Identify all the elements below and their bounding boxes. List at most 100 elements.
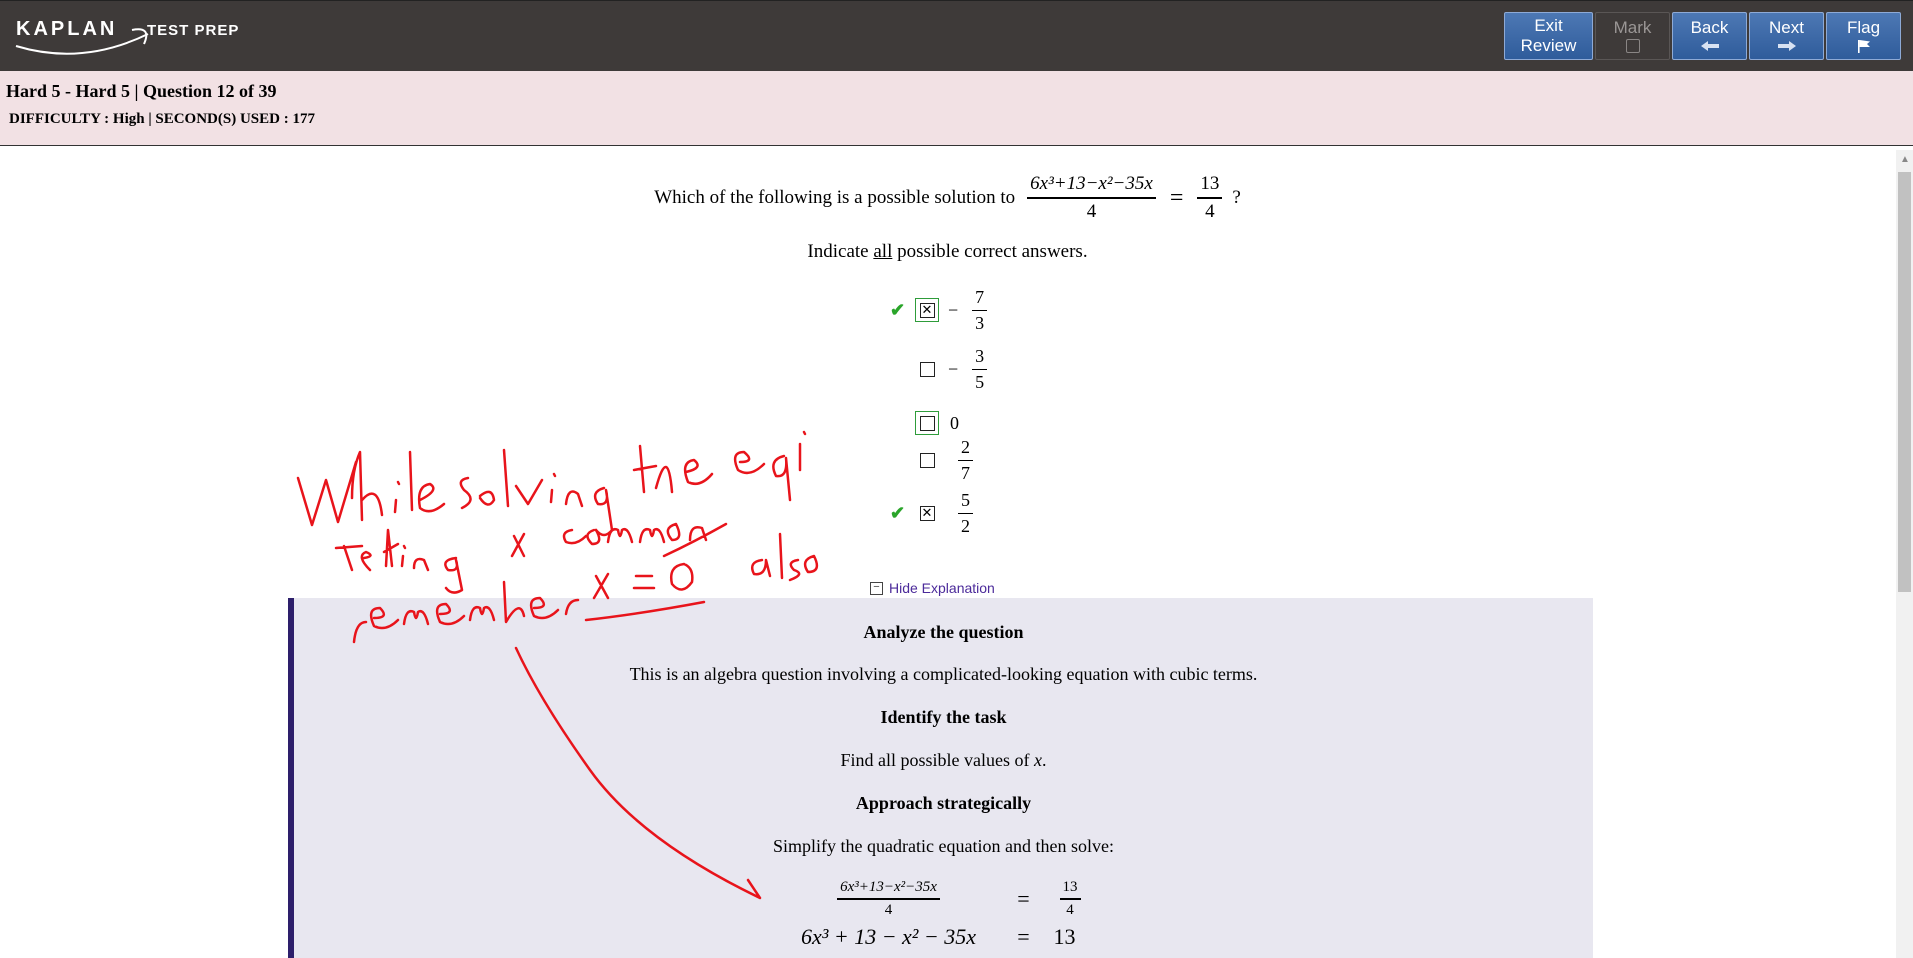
question-info-bar: Hard 5 - Hard 5 | Question 12 of 39 DIFF… bbox=[0, 71, 1913, 146]
eq1-rhs: 13 4 bbox=[1054, 879, 1104, 919]
stem-prefix: Which of the following is a possible sol… bbox=[654, 187, 1016, 208]
choice-fraction: 7 3 bbox=[972, 287, 988, 334]
collapse-icon: − bbox=[870, 581, 883, 595]
question-instruction: Indicate all possible correct answers. bbox=[0, 241, 1895, 263]
stem-lhs-fraction: 6x³+13−x²−35x 4 bbox=[1027, 173, 1156, 223]
question-title: Hard 5 - Hard 5 | Question 12 of 39 bbox=[6, 81, 277, 101]
eq1-lhs: 6x³+13−x²−35x 4 bbox=[784, 879, 994, 919]
equation-step-1: 6x³+13−x²−35x 4 = 13 4 bbox=[294, 879, 1593, 919]
choice-checkbox-wrapper: ✕ bbox=[915, 298, 939, 322]
stem-rhs-fraction: 13 4 bbox=[1197, 173, 1223, 223]
choice-value: − 7 3 bbox=[948, 287, 993, 334]
hide-explanation-label: Hide Explanation bbox=[889, 580, 995, 596]
choice-denominator: 2 bbox=[961, 515, 970, 536]
choice-value: − 3 5 bbox=[948, 346, 993, 393]
scrollbar-thumb[interactable] bbox=[1898, 172, 1911, 592]
choice-fraction: 3 5 bbox=[972, 346, 988, 393]
stem-lhs-numerator: 6x³+13−x²−35x bbox=[1027, 173, 1156, 199]
instruction-after: possible correct answers. bbox=[892, 241, 1088, 262]
scroll-up-icon[interactable]: ▲ bbox=[1900, 154, 1910, 165]
mark-button[interactable]: Mark bbox=[1595, 12, 1670, 60]
eq2-lhs: 6x³ + 13 − x² − 35x bbox=[800, 924, 977, 949]
eq1-rhs-denominator: 4 bbox=[1066, 902, 1074, 918]
eq1-lhs-denominator: 4 bbox=[884, 902, 893, 918]
checkbox-icon[interactable] bbox=[919, 361, 935, 377]
exit-review-label-1: Exit bbox=[1534, 16, 1563, 35]
choice-value: 5 2 bbox=[952, 490, 979, 537]
choice-denominator: 5 bbox=[975, 371, 985, 392]
choice-checkbox-wrapper bbox=[915, 448, 939, 472]
choice-checkbox-wrapper bbox=[915, 411, 939, 435]
stem-rhs-numerator: 13 bbox=[1197, 173, 1223, 199]
answer-choice-4[interactable]: 2 7 bbox=[880, 435, 1030, 485]
eq1-rhs-numerator: 13 bbox=[1059, 879, 1081, 900]
next-button[interactable]: Next bbox=[1749, 12, 1824, 60]
answer-choice-1[interactable]: ✔ ✕ − 7 3 bbox=[880, 285, 1030, 335]
flag-button[interactable]: Flag bbox=[1826, 12, 1901, 60]
choice-checkbox-wrapper: ✕ bbox=[915, 501, 939, 525]
exit-review-label-2: Review bbox=[1520, 36, 1577, 55]
choice-fraction: 2 7 bbox=[958, 437, 973, 484]
eq2-rhs: 13 bbox=[1053, 924, 1076, 949]
identify-body-before: Find all possible values of bbox=[840, 750, 1034, 770]
instruction-emphasis: all bbox=[873, 241, 893, 262]
flag-label: Flag bbox=[1846, 18, 1881, 37]
back-label: Back bbox=[1690, 18, 1729, 37]
section-body-approach: Simplify the quadratic equation and then… bbox=[773, 836, 1114, 856]
answer-choice-2[interactable]: − 3 5 bbox=[880, 344, 1030, 394]
question-meta: DIFFICULTY : High | SECOND(S) USED : 177 bbox=[9, 111, 315, 127]
exit-review-button[interactable]: Exit Review bbox=[1504, 12, 1593, 60]
section-body-identify: Find all possible values of x. bbox=[294, 750, 1593, 771]
choice-numerator: 3 bbox=[972, 346, 988, 370]
back-button[interactable]: Back bbox=[1672, 12, 1747, 60]
eq1-lhs-fraction: 6x³+13−x²−35x 4 bbox=[837, 879, 940, 919]
eq1-operator: = bbox=[1017, 886, 1030, 911]
next-arrow-icon bbox=[1777, 41, 1796, 51]
top-bar: KAPLAN TEST PREP Exit Review Mark Back N… bbox=[0, 0, 1913, 72]
back-arrow-icon bbox=[1700, 41, 1719, 51]
annotation-line-1-ink bbox=[296, 430, 807, 537]
checkbox-checked-icon[interactable]: ✕ bbox=[919, 302, 935, 318]
checkbox-checked-icon[interactable]: ✕ bbox=[919, 505, 935, 521]
checkbox-icon[interactable] bbox=[919, 415, 935, 431]
correct-check-icon: ✔ bbox=[890, 299, 906, 320]
stem-equals: = bbox=[1169, 184, 1184, 211]
section-body-analyze: This is an algebra question involving a … bbox=[629, 664, 1258, 684]
stem-suffix: ? bbox=[1232, 187, 1241, 208]
identify-body-var: x bbox=[1033, 750, 1042, 770]
identify-body-after: . bbox=[1041, 750, 1047, 770]
brand-name: KAPLAN bbox=[16, 18, 118, 40]
next-label: Next bbox=[1769, 18, 1804, 37]
explanation-panel: Analyze the question This is an algebra … bbox=[288, 598, 1593, 958]
choice-numerator: 2 bbox=[958, 437, 973, 461]
question-stem: Which of the following is a possible sol… bbox=[0, 173, 1895, 223]
choice-fraction: 5 2 bbox=[958, 490, 973, 537]
section-heading-analyze: Analyze the question bbox=[863, 622, 1024, 642]
checkbox-icon[interactable] bbox=[919, 452, 935, 468]
choice-sign: − bbox=[948, 358, 959, 379]
stem-lhs-denominator: 4 bbox=[1086, 201, 1097, 222]
choice-denominator: 3 bbox=[975, 312, 985, 333]
choice-value: 2 7 bbox=[952, 437, 979, 484]
choice-denominator: 7 bbox=[961, 462, 970, 483]
mark-checkbox-icon bbox=[1625, 39, 1640, 53]
brand-tagline: TEST PREP bbox=[147, 22, 240, 39]
choice-value: 0 bbox=[950, 412, 959, 433]
page-scrollbar[interactable]: ▲ bbox=[1896, 150, 1913, 958]
annotation-line-2-ink bbox=[334, 522, 728, 594]
choice-checkbox-wrapper bbox=[915, 357, 939, 381]
nav-buttons: Exit Review Mark Back Next Flag bbox=[1504, 12, 1901, 60]
instruction-before: Indicate bbox=[807, 241, 874, 262]
kaplan-logo: KAPLAN TEST PREP bbox=[15, 16, 256, 56]
choice-sign: − bbox=[948, 299, 959, 320]
section-heading-identify: Identify the task bbox=[880, 707, 1007, 727]
eq1-rhs-fraction: 13 4 bbox=[1059, 879, 1081, 919]
mark-label: Mark bbox=[1613, 18, 1652, 37]
answer-choice-5[interactable]: ✔ ✕ 5 2 bbox=[880, 488, 1030, 538]
hide-explanation-link[interactable]: − Hide Explanation bbox=[870, 580, 995, 596]
stem-rhs-denominator: 4 bbox=[1205, 201, 1215, 222]
flag-icon bbox=[1857, 40, 1870, 53]
choice-numerator: 7 bbox=[972, 287, 988, 311]
eq2-operator: = bbox=[1017, 924, 1030, 949]
equation-step-2: 6x³ + 13 − x² − 35x = 13 bbox=[294, 924, 1593, 950]
